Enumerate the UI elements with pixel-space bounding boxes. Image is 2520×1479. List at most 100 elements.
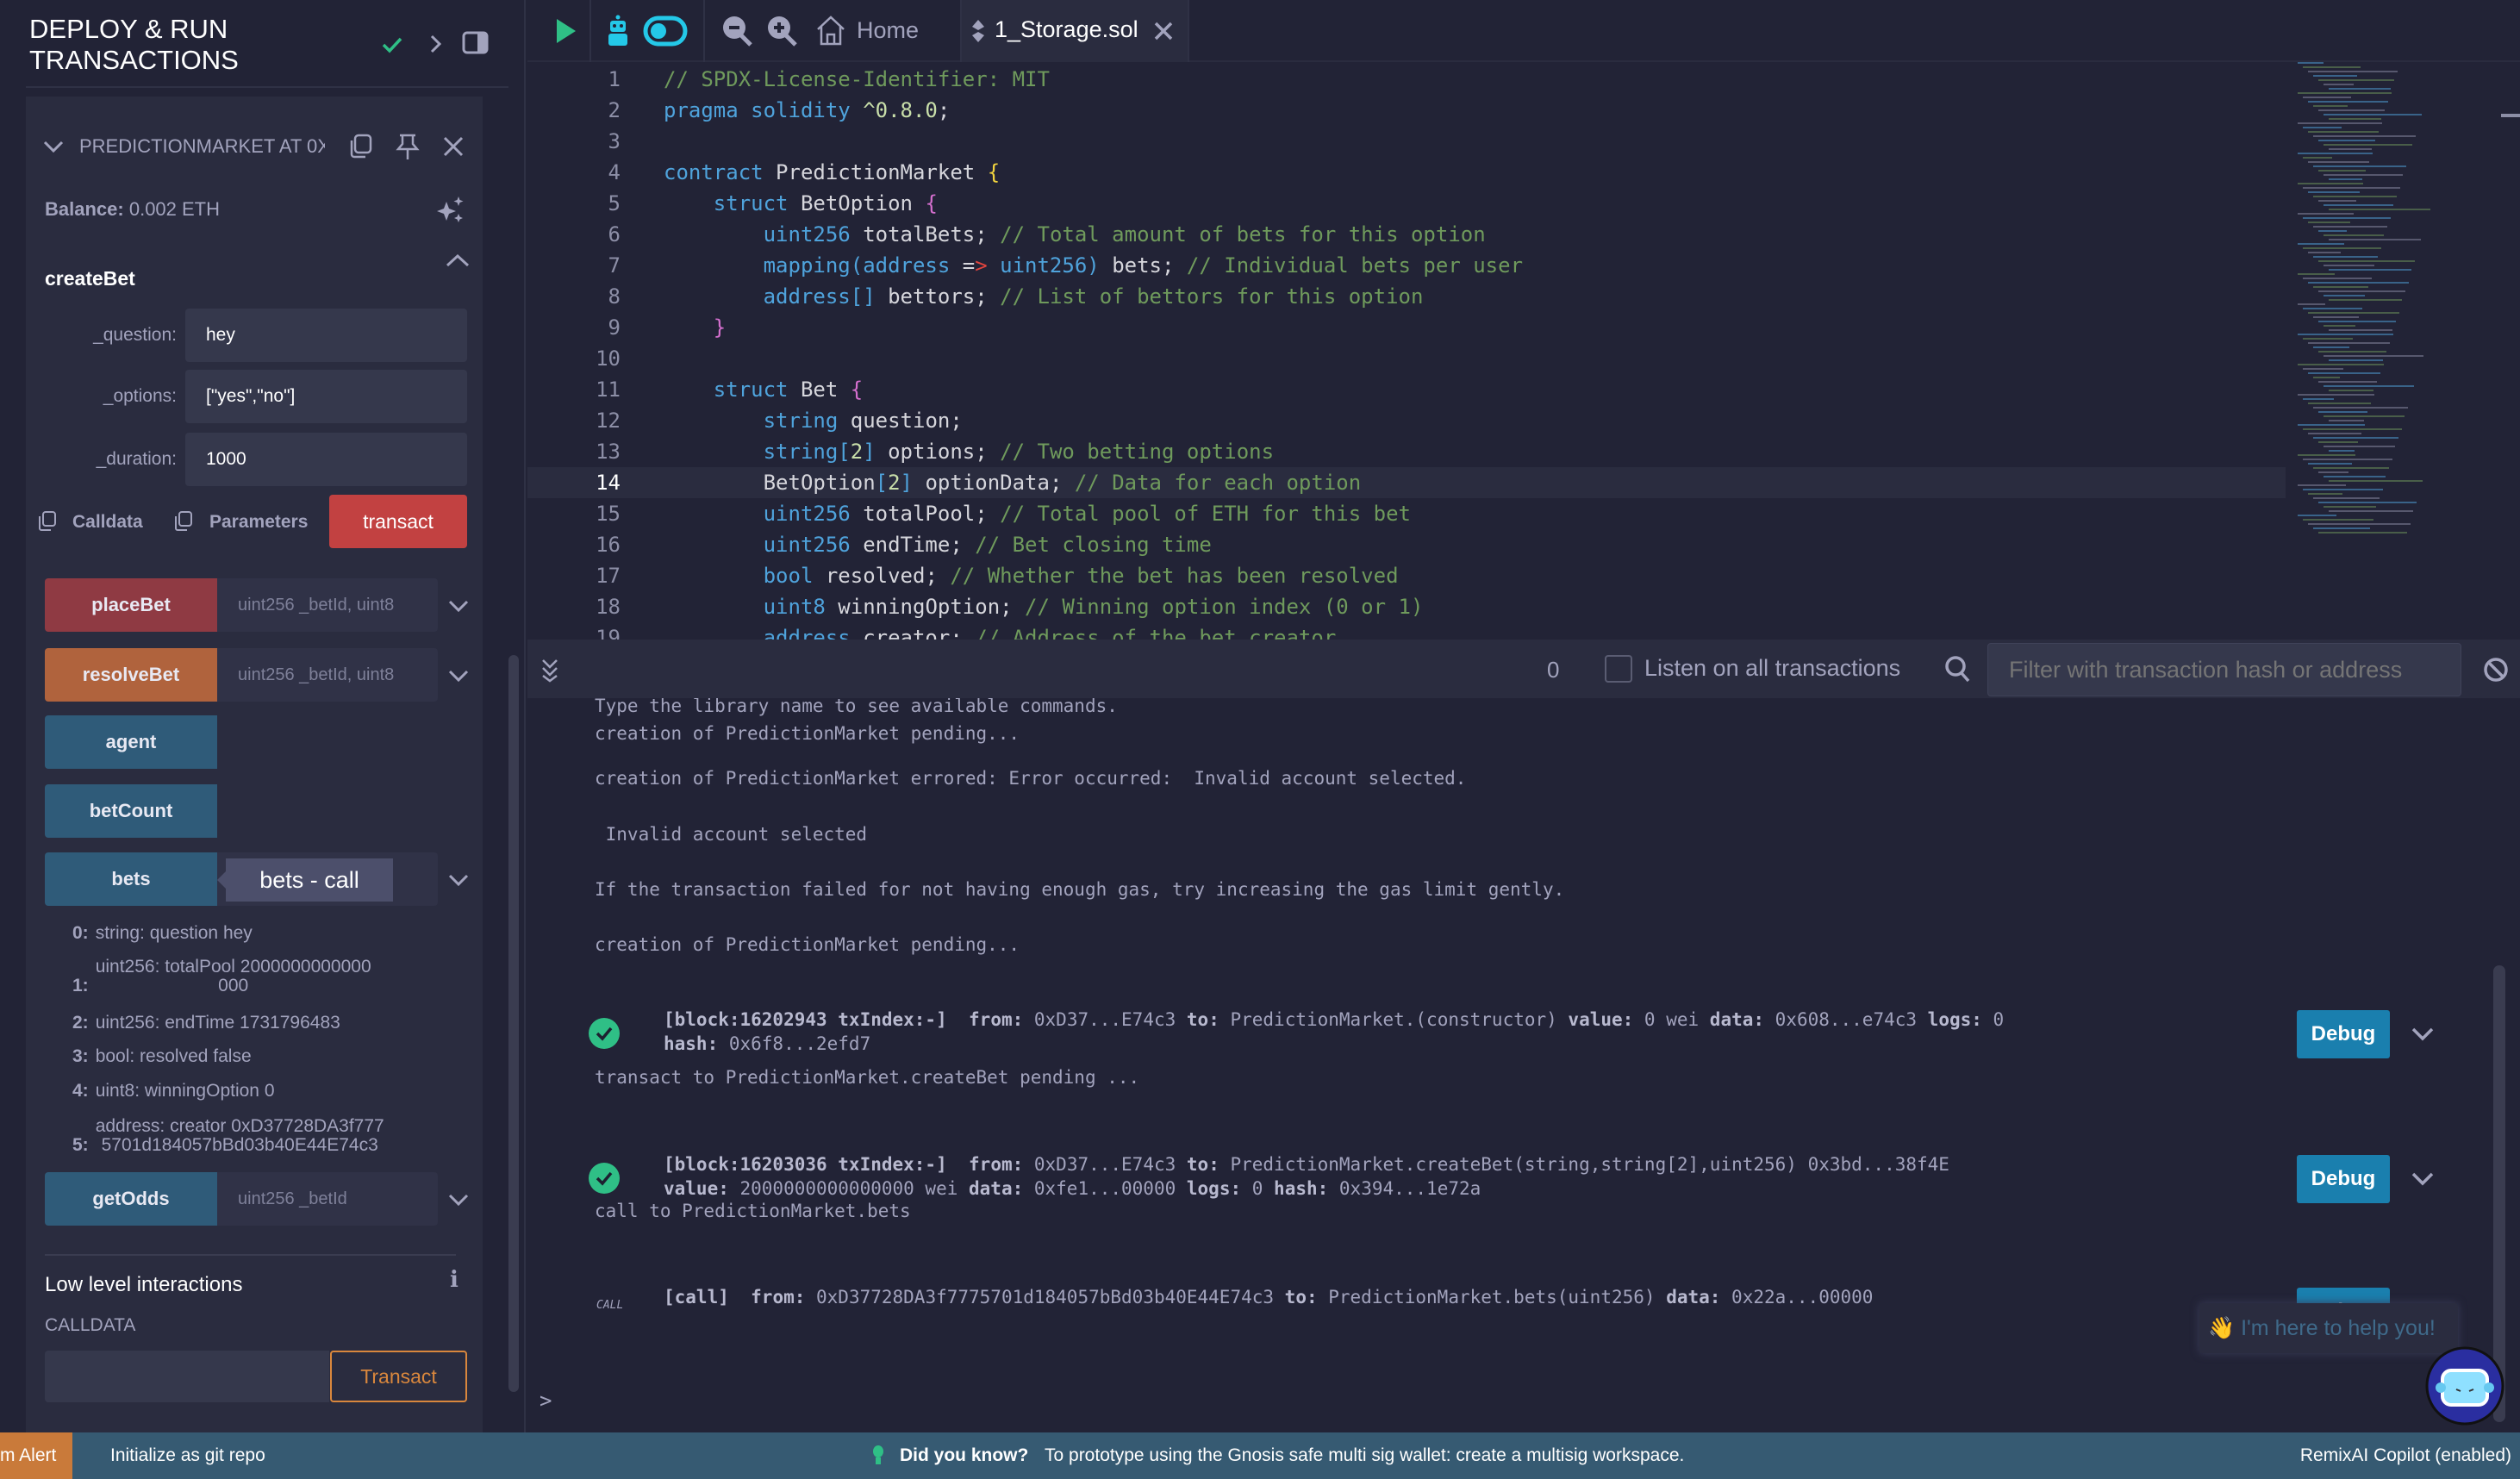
transaction-segment: 0xD37728DA3f7775701d184057bBd03b40E44E74… <box>805 1287 1285 1307</box>
home-tab[interactable]: Home <box>857 17 919 44</box>
filter-input[interactable] <box>1987 643 2461 696</box>
code-line[interactable]: 5 struct BetOption { <box>527 188 2286 219</box>
chevron-down-icon[interactable] <box>446 664 471 688</box>
function-button-bets[interactable]: bets <box>45 852 217 906</box>
code-line[interactable]: 16 uint256 endTime; // Bet closing time <box>527 529 2286 560</box>
code-line[interactable]: 3 <box>527 126 2286 157</box>
code-token: // SPDX-License-Identifier: MIT <box>664 67 1050 91</box>
line-number: 18 <box>596 595 621 619</box>
minimap[interactable] <box>2289 62 2496 545</box>
minimap-line <box>2308 342 2390 344</box>
terminal-output[interactable]: Type the library name to see available c… <box>527 698 2520 1432</box>
code-line[interactable]: 13 string[2] options; // Two betting opt… <box>527 436 2286 467</box>
function-params-input[interactable]: uint256 _betId <box>217 1172 438 1226</box>
copy-calldata-icon[interactable] <box>36 510 57 533</box>
code-line[interactable]: 1 // SPDX-License-Identifier: MIT <box>527 64 2286 95</box>
question-input[interactable]: hey <box>185 309 467 362</box>
info-icon[interactable]: i <box>450 1267 458 1293</box>
duration-input[interactable]: 1000 <box>185 433 467 486</box>
code-line[interactable]: 2 pragma solidity ^0.8.0; <box>527 95 2286 126</box>
robot-icon[interactable] <box>605 14 631 48</box>
terminal-line: If the transaction failed for not having… <box>595 879 1565 900</box>
sidebar-scrollbar[interactable] <box>508 655 519 1392</box>
close-tab-icon[interactable] <box>1153 21 1174 41</box>
debug-button[interactable]: Debug <box>2297 1010 2390 1058</box>
result-index: 4: <box>72 1081 89 1101</box>
search-icon[interactable] <box>1944 655 1972 684</box>
transact-button[interactable]: transact <box>329 495 467 548</box>
code-line[interactable]: 15 uint256 totalPool; // Total pool of E… <box>527 498 2286 529</box>
sparkle-icon[interactable] <box>434 195 465 226</box>
assistant-bubble[interactable]: 👋 I'm here to help you! <box>2199 1303 2458 1353</box>
function-button-agent[interactable]: agent <box>45 715 217 769</box>
minimap-line <box>2308 312 2399 314</box>
collapse-terminal-icon[interactable] <box>540 657 560 683</box>
function-button-betCount[interactable]: betCount <box>45 784 217 838</box>
code-line[interactable]: 9 } <box>527 312 2286 343</box>
pin-icon[interactable] <box>395 133 421 160</box>
code-line[interactable]: 18 uint8 winningOption; // Winning optio… <box>527 591 2286 622</box>
minimap-line <box>2298 394 2374 396</box>
calldata-input[interactable] <box>45 1351 329 1402</box>
function-button-getOdds[interactable]: getOdds <box>45 1172 217 1226</box>
minimap-line <box>2298 62 2324 64</box>
home-icon[interactable] <box>815 14 846 47</box>
chevron-down-icon[interactable] <box>41 134 65 159</box>
terminal-prompt[interactable]: > <box>540 1389 552 1412</box>
minimap-line <box>2318 321 2396 322</box>
code-line[interactable]: 10 <box>527 343 2286 374</box>
file-tab[interactable]: 1_Storage.sol <box>962 0 1188 62</box>
code-line[interactable]: 4 contract PredictionMarket { <box>527 157 2286 188</box>
chevron-down-icon[interactable] <box>446 1188 471 1212</box>
code-token: options; <box>888 440 1001 464</box>
debug-button[interactable]: Debug <box>2297 1155 2390 1203</box>
copy-icon[interactable] <box>346 133 374 160</box>
panel-toggle-icon[interactable] <box>462 29 490 57</box>
chevron-right-icon[interactable] <box>426 31 446 57</box>
options-input[interactable]: ["yes","no"] <box>185 370 467 423</box>
code-line[interactable]: 6 uint256 totalBets; // Total amount of … <box>527 219 2286 250</box>
zoom-out-icon[interactable] <box>720 14 755 48</box>
minimap-line <box>2329 450 2355 452</box>
alert-button[interactable]: m Alert <box>0 1432 72 1479</box>
code-line[interactable]: 8 address[] bettors; // List of bettors … <box>527 281 2286 312</box>
close-icon[interactable] <box>441 134 465 159</box>
code-line[interactable]: 14 BetOption[2] optionData; // Data for … <box>527 467 2286 498</box>
clear-console-icon[interactable] <box>2482 655 2510 684</box>
minimap-line <box>2324 265 2374 266</box>
git-init-button[interactable]: Initialize as git repo <box>110 1432 265 1479</box>
code-line[interactable]: 19 address creator; // Address of the be… <box>527 622 2286 640</box>
remixai-bot-icon[interactable] <box>2423 1345 2506 1427</box>
function-button-placeBet[interactable]: placeBet <box>45 578 217 632</box>
function-params-input[interactable]: uint256 _betId, uint8 <box>217 578 438 632</box>
run-icon[interactable] <box>553 17 577 45</box>
chevron-up-icon[interactable] <box>445 250 471 271</box>
copy-calldata-button[interactable]: Calldata <box>72 512 143 533</box>
function-params-input[interactable]: uint256 _betId, uint8 <box>217 648 438 702</box>
code-line[interactable]: 17 bool resolved; // Whether the bet has… <box>527 560 2286 591</box>
expand-chevron-icon[interactable] <box>2410 1022 2436 1046</box>
code-token: address <box>664 626 864 640</box>
copilot-status[interactable]: RemixAI Copilot (enabled) <box>2300 1432 2511 1479</box>
code-editor[interactable]: 1 // SPDX-License-Identifier: MIT 2 pragma … <box>527 62 2520 640</box>
expand-chevron-icon[interactable] <box>2410 1167 2436 1191</box>
function-button-resolveBet[interactable]: resolveBet <box>45 648 217 702</box>
code-token: // Winning option index (0 or 1) <box>1025 595 1424 619</box>
chevron-down-icon[interactable] <box>446 594 471 618</box>
scroll-indicator[interactable] <box>2501 114 2520 117</box>
transaction-segment: hash: <box>664 1033 719 1054</box>
zoom-in-icon[interactable] <box>765 14 800 48</box>
code-line[interactable]: 12 string question; <box>527 405 2286 436</box>
contract-title[interactable]: PREDICTIONMARKET AT 0X <box>79 135 325 158</box>
code-line[interactable]: 11 struct Bet { <box>527 374 2286 405</box>
copy-parameters-icon[interactable] <box>172 510 193 533</box>
chevron-down-icon[interactable] <box>446 868 471 892</box>
copy-parameters-button[interactable]: Parameters <box>209 512 308 533</box>
code-token: // Total amount of bets for this option <box>1000 222 1486 246</box>
listen-checkbox[interactable] <box>1605 655 1632 683</box>
transaction-segment: PredictionMarket.bets(uint256) <box>1317 1287 1667 1307</box>
code-line[interactable]: 7 mapping(address => uint256) bets; // I… <box>527 250 2286 281</box>
toggle-icon[interactable] <box>643 16 688 47</box>
minimap-line <box>2303 338 2353 340</box>
low-level-transact-button[interactable]: Transact <box>330 1351 467 1402</box>
